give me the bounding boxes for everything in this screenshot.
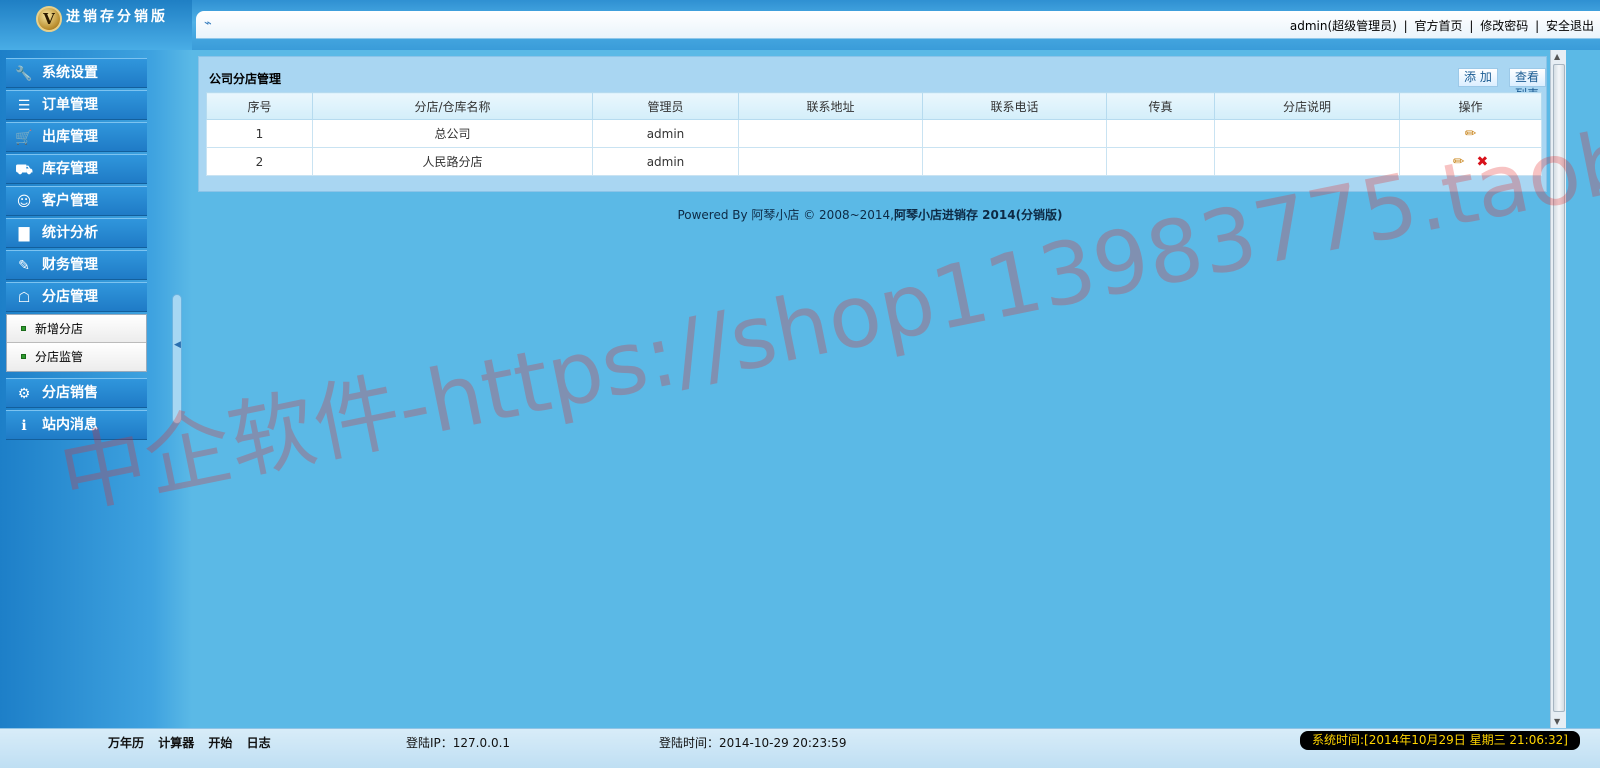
collapse-arrow-icon: ◀ xyxy=(174,340,181,350)
cell-name: 人民路分店 xyxy=(312,147,593,176)
sidebar-item-outbound[interactable]: 🛒 出库管理 xyxy=(6,122,147,152)
login-time: 登陆时间：2014-10-29 20:23:59 xyxy=(659,736,847,750)
wrench-icon: 🔧 xyxy=(15,66,33,82)
add-button[interactable]: 添 加 xyxy=(1458,68,1498,87)
cell-ops: ✏ xyxy=(1399,119,1542,148)
calculator-link[interactable]: 计算器 xyxy=(158,736,194,750)
log-link[interactable]: 日志 xyxy=(247,736,271,750)
current-user: admin(超级管理员) xyxy=(1289,19,1397,33)
header-links: admin(超级管理员) | 官方首页 | 修改密码 | 安全退出 xyxy=(1289,19,1594,33)
order-icon: ☰ xyxy=(17,98,31,114)
branch-icon: ☖ xyxy=(17,290,31,306)
header-strip: ⌁ admin(超级管理员) | 官方首页 | 修改密码 | 安全退出 xyxy=(196,11,1600,39)
column-header: 联系电话 xyxy=(922,92,1107,120)
gear-icon: ⚙ xyxy=(17,386,31,402)
login-ip: 登陆IP：127.0.0.1 xyxy=(406,736,511,750)
cell-address xyxy=(738,147,923,176)
status-bar: 万年历 计算器 开始 日志 登陆IP：127.0.0.1 登陆时间：2014-1… xyxy=(0,728,1600,768)
logo: V xyxy=(36,6,62,32)
bar-chart-icon: ▇ xyxy=(18,226,30,242)
column-header: 传真 xyxy=(1106,92,1215,120)
rss-icon: ⌁ xyxy=(204,16,212,31)
table-row: 1 总公司 admin ✏ xyxy=(206,119,1542,148)
cell-desc xyxy=(1214,147,1400,176)
start-link[interactable]: 开始 xyxy=(208,736,232,750)
sidebar-item-messages[interactable]: ℹ 站内消息 xyxy=(6,410,147,440)
powered-by: Powered By 阿琴小店 © 2008~2014,阿琴小店进销存 2014… xyxy=(677,208,1063,222)
cell-ops: ✏ ✖ xyxy=(1399,147,1542,176)
page-title: 公司分店管理 xyxy=(209,72,282,86)
column-header: 操作 xyxy=(1399,92,1542,120)
column-header: 序号 xyxy=(206,92,313,120)
submenu-item-branch-monitor[interactable]: 分店监管 xyxy=(7,343,146,371)
sidebar-item-orders[interactable]: ☰ 订单管理 xyxy=(6,90,147,120)
scroll-thumb[interactable] xyxy=(1553,64,1565,712)
sidebar-item-finance[interactable]: ✎ 财务管理 xyxy=(6,250,147,280)
top-bar: V 进销存分销版 ⌁ admin(超级管理员) | 官方首页 | 修改密码 | … xyxy=(0,0,1600,50)
app-title: 进销存分销版 xyxy=(66,9,168,25)
main-scrollbar[interactable]: ▲ ▼ xyxy=(1550,50,1566,728)
cell-admin: admin xyxy=(592,119,739,148)
bullet-icon xyxy=(21,354,26,359)
scroll-up-icon[interactable]: ▲ xyxy=(1554,52,1560,61)
submenu-item-add-branch[interactable]: 新增分店 xyxy=(7,315,146,343)
view-list-button[interactable]: 查看列表 xyxy=(1509,68,1546,101)
edit-icon[interactable]: ✏ xyxy=(1463,126,1479,142)
home-link[interactable]: 官方首页 xyxy=(1415,19,1463,33)
system-clock: 系统时间:[2014年10月29日 星期三 21:06:32] xyxy=(1300,731,1580,750)
sidebar-collapse-handle[interactable] xyxy=(172,294,182,424)
sidebar-item-branch-sales[interactable]: ⚙ 分店销售 xyxy=(6,378,147,408)
truck-icon: ⛟ xyxy=(15,162,33,178)
branch-panel: 公司分店管理 添 加 查看列表 序号 分店/仓库名称 管理员 联系地址 联系电话… xyxy=(198,56,1547,192)
cell-desc xyxy=(1214,119,1400,148)
column-header: 管理员 xyxy=(592,92,739,120)
cell-address xyxy=(738,119,923,148)
sidebar-item-system-settings[interactable]: 🔧 系统设置 xyxy=(6,58,147,88)
bullet-icon xyxy=(21,326,26,331)
calendar-link[interactable]: 万年历 xyxy=(108,736,144,750)
cell-phone xyxy=(922,147,1107,176)
sidebar-item-inventory[interactable]: ⛟ 库存管理 xyxy=(6,154,147,184)
cell-name: 总公司 xyxy=(312,119,593,148)
sidebar-item-branch-management[interactable]: ☖ 分店管理 xyxy=(6,282,147,312)
delete-icon[interactable]: ✖ xyxy=(1474,154,1490,170)
column-header: 分店说明 xyxy=(1214,92,1400,120)
column-header: 联系地址 xyxy=(738,92,923,120)
change-password-link[interactable]: 修改密码 xyxy=(1480,19,1528,33)
cell-fax xyxy=(1106,119,1215,148)
info-icon: ℹ xyxy=(21,418,27,434)
finance-icon: ✎ xyxy=(18,258,30,274)
cell-phone xyxy=(922,119,1107,148)
branch-submenu: 新增分店 分店监管 xyxy=(6,314,147,372)
logout-link[interactable]: 安全退出 xyxy=(1546,19,1594,33)
cell-no: 2 xyxy=(206,147,313,176)
branch-table: 序号 分店/仓库名称 管理员 联系地址 联系电话 传真 分店说明 操作 1 总公… xyxy=(206,92,1542,176)
sidebar-menu: 🔧 系统设置 ☰ 订单管理 🛒 出库管理 ⛟ 库存管理 ☺ 客户管理 ▇ 统计分… xyxy=(6,58,147,442)
status-tools: 万年历 计算器 开始 日志 xyxy=(108,734,281,751)
table-row: 2 人民路分店 admin ✏ ✖ xyxy=(206,147,1542,176)
edit-icon[interactable]: ✏ xyxy=(1451,154,1467,170)
scroll-down-icon[interactable]: ▼ xyxy=(1554,717,1560,726)
sidebar: 🔧 系统设置 ☰ 订单管理 🛒 出库管理 ⛟ 库存管理 ☺ 客户管理 ▇ 统计分… xyxy=(0,50,192,743)
cart-icon: 🛒 xyxy=(15,130,33,146)
cell-fax xyxy=(1106,147,1215,176)
cell-admin: admin xyxy=(592,147,739,176)
brand: V 进销存分销版 xyxy=(0,0,192,50)
column-header: 分店/仓库名称 xyxy=(312,92,593,120)
cell-no: 1 xyxy=(206,119,313,148)
table-header-row: 序号 分店/仓库名称 管理员 联系地址 联系电话 传真 分店说明 操作 xyxy=(206,92,1542,120)
